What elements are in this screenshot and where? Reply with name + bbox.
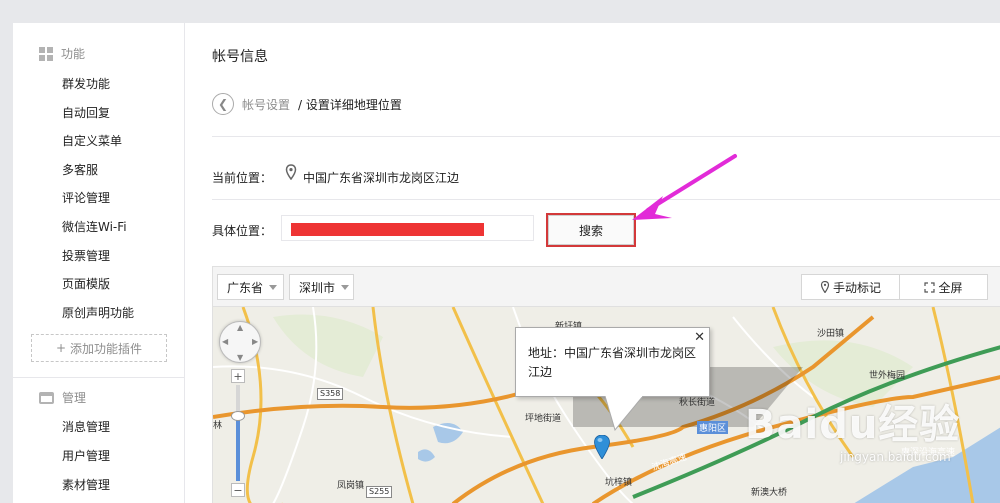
- current-location-label: 当前位置：: [212, 171, 273, 185]
- sidebar-item-votes[interactable]: 投票管理: [62, 247, 110, 264]
- zoom-slider-handle[interactable]: [231, 411, 245, 421]
- sidebar-item-users[interactable]: 用户管理: [62, 447, 110, 464]
- sidebar-item-wifi[interactable]: 微信连Wi-Fi: [62, 218, 127, 235]
- breadcrumb-separator: / 设置详细地理位置: [298, 97, 402, 112]
- info-window-address: 地址：中国广东省深圳市龙岗区江边: [528, 346, 697, 379]
- pan-up-icon[interactable]: ▲: [237, 323, 243, 332]
- province-select-value: 广东省: [227, 280, 264, 295]
- sidebar-item-customer-service[interactable]: 多客服: [62, 161, 98, 178]
- map-toolbar: 广东省 深圳市 手动标记 全屏: [213, 267, 1000, 307]
- fullscreen-icon: [924, 281, 936, 293]
- form-divider: [212, 199, 1000, 200]
- plus-icon: +: [55, 341, 67, 355]
- current-location-value: 中国广东省深圳市龙岗区江边: [303, 171, 460, 185]
- sidebar-group-management: 管理: [39, 389, 86, 406]
- info-window-tail: [605, 396, 644, 432]
- watermark-brand: Baidu经验: [745, 402, 961, 448]
- breadcrumb-parent-link[interactable]: 帐号设置: [242, 96, 290, 113]
- sidebar-group-functions: 功能: [39, 45, 85, 62]
- sidebar-item-materials[interactable]: 素材管理: [62, 476, 110, 493]
- chevron-down-icon: [341, 284, 350, 290]
- search-button[interactable]: 搜索: [548, 215, 634, 245]
- map-label-shijie: 世外梅园: [869, 371, 906, 381]
- inbox-icon: [39, 391, 54, 404]
- chevron-down-icon: [269, 284, 278, 290]
- pan-left-icon[interactable]: ◀: [222, 337, 228, 346]
- location-pin-icon: [285, 164, 297, 180]
- back-arrow-icon[interactable]: ❮: [212, 93, 234, 115]
- pan-right-icon[interactable]: ▶: [252, 337, 258, 346]
- add-plugin-button[interactable]: + 添加功能插件: [31, 334, 167, 362]
- specific-location-input[interactable]: [281, 215, 534, 241]
- sidebar: 功能 群发功能 自动回复 自定义菜单 多客服 评论管理 微信连Wi-Fi 投票管…: [13, 23, 185, 503]
- map-zoom-control: + −: [231, 369, 245, 497]
- manual-mark-button[interactable]: 手动标记: [801, 274, 900, 300]
- pin-icon: [820, 281, 830, 293]
- zoom-in-button[interactable]: +: [231, 369, 245, 383]
- fullscreen-button[interactable]: 全屏: [899, 274, 988, 300]
- baidu-watermark: Baidu经验 jingyan.baidu.com: [745, 392, 997, 482]
- sidebar-item-auto-reply[interactable]: 自动回复: [62, 104, 110, 121]
- add-plugin-label: 添加功能插件: [70, 341, 143, 356]
- sidebar-item-original-statement[interactable]: 原创声明功能: [62, 304, 134, 321]
- zoom-level-fill: [236, 419, 240, 481]
- sidebar-group-label: 功能: [61, 47, 86, 61]
- location-marker-icon[interactable]: [594, 435, 610, 459]
- specific-location-label: 具体位置：: [212, 224, 273, 238]
- sidebar-item-messages[interactable]: 消息管理: [62, 418, 110, 435]
- map-label-keng: 坑梓镇: [605, 478, 633, 488]
- road-badge-s358: S358: [317, 388, 344, 400]
- sidebar-item-page-templates[interactable]: 页面模版: [62, 275, 110, 292]
- fullscreen-label: 全屏: [938, 280, 963, 295]
- sidebar-group-label: 管理: [62, 391, 87, 405]
- map-label-huiyang: 惠阳区: [697, 421, 729, 434]
- map-label-xinao: 新澳大桥: [751, 488, 788, 498]
- manual-mark-label: 手动标记: [832, 280, 881, 295]
- breadcrumb-current: 设置详细地理位置: [305, 97, 402, 112]
- sidebar-divider: [13, 377, 184, 378]
- map-label-lin: 林: [213, 421, 223, 431]
- map-info-window: 地址：中国广东省深圳市龙岗区江边 ✕: [515, 327, 710, 397]
- close-icon[interactable]: ✕: [694, 330, 705, 345]
- zoom-out-button[interactable]: −: [231, 483, 245, 497]
- map-pan-control[interactable]: ▲ ▼ ◀ ▶: [219, 321, 261, 363]
- city-select-value: 深圳市: [299, 280, 336, 295]
- watermark-url: jingyan.baidu.com: [840, 450, 951, 464]
- breadcrumb: ❮ 帐号设置 / 设置详细地理位置: [212, 93, 402, 115]
- grid-icon: [39, 46, 53, 61]
- sidebar-item-custom-menu[interactable]: 自定义菜单: [62, 132, 122, 149]
- search-button-highlight: 搜索: [546, 213, 636, 247]
- road-badge-s255: S255: [366, 486, 393, 498]
- map-label-shatian: 沙田镇: [817, 329, 845, 339]
- map-label-pingdi: 坪地街道: [525, 414, 562, 424]
- redacted-address-bar: [291, 223, 484, 236]
- page-title: 帐号信息: [212, 49, 268, 65]
- sidebar-item-mass-send[interactable]: 群发功能: [62, 75, 110, 92]
- pan-down-icon[interactable]: ▼: [237, 353, 243, 362]
- province-select[interactable]: 广东省: [217, 274, 284, 300]
- sidebar-item-comments[interactable]: 评论管理: [62, 189, 110, 206]
- header-divider: [212, 136, 1000, 137]
- city-select[interactable]: 深圳市: [289, 274, 354, 300]
- map-label-fenggang: 凤岗镇: [337, 481, 365, 491]
